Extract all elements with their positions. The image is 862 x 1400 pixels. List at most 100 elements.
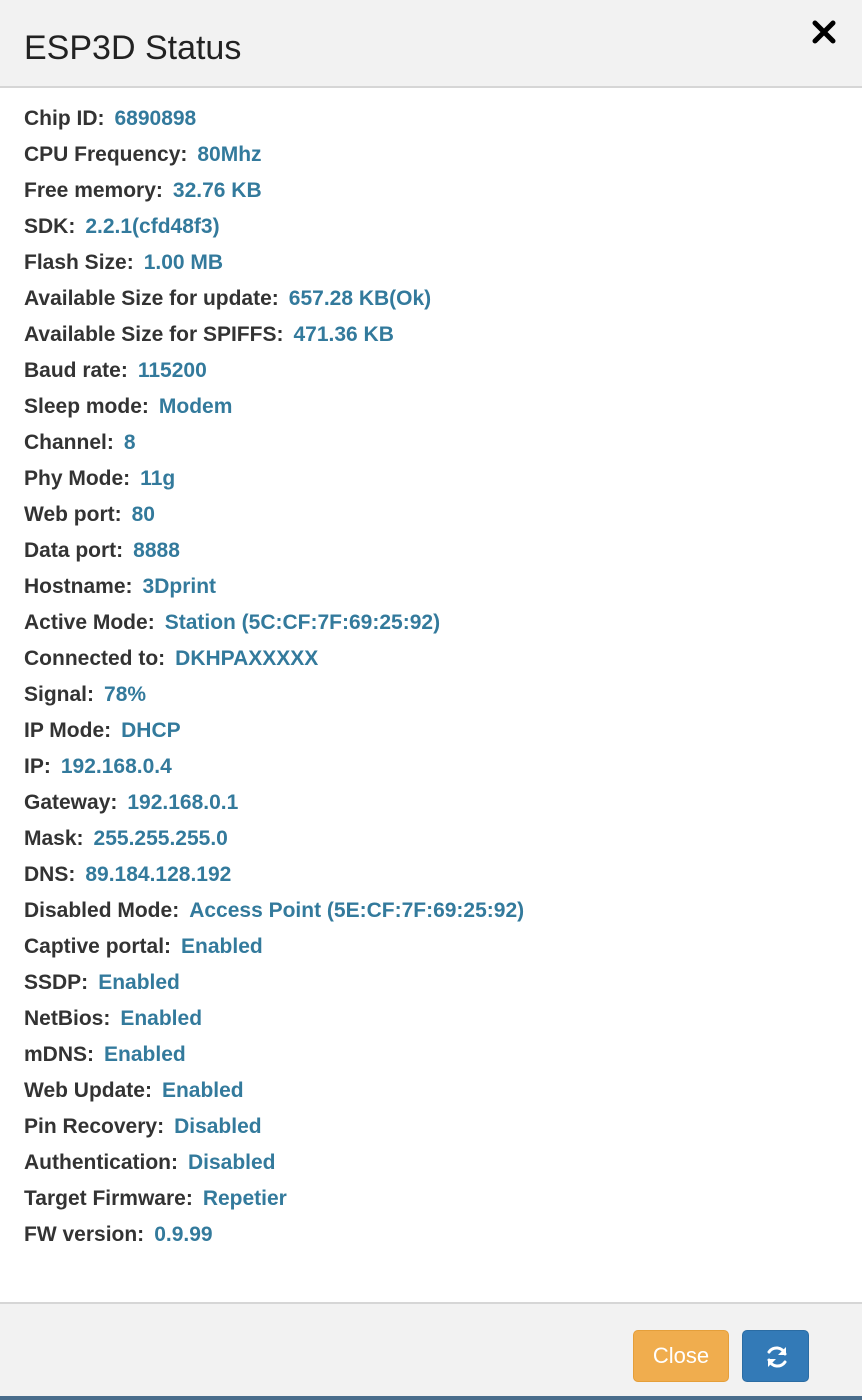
status-row: Captive portal: Enabled <box>24 928 844 964</box>
status-row: Available Size for update: 657.28 KB(Ok) <box>24 280 844 316</box>
status-value: 80Mhz <box>197 143 262 166</box>
status-row: Data port: 8888 <box>24 532 844 568</box>
status-value: 11g <box>140 467 176 490</box>
status-value: Disabled <box>187 1151 276 1174</box>
status-row: Web port: 80 <box>24 496 844 532</box>
status-value: 8888 <box>133 539 180 562</box>
status-value: Repetier <box>202 1187 287 1210</box>
status-label: Available Size for update: <box>24 287 279 310</box>
status-row: Authentication: Disabled <box>24 1144 844 1180</box>
close-x-icon[interactable] <box>808 16 840 48</box>
status-row: CPU Frequency: 80Mhz <box>24 136 844 172</box>
status-label: Hostname: <box>24 575 133 598</box>
status-row: NetBios: Enabled <box>24 1000 844 1036</box>
status-value: Station (5C:CF:7F:69:25:92) <box>164 611 441 634</box>
status-value: 192.168.0.1 <box>127 791 239 814</box>
status-row: SDK: 2.2.1(cfd48f3) <box>24 208 844 244</box>
status-value: 255.255.255.0 <box>93 827 228 850</box>
status-row: Disabled Mode: Access Point (5E:CF:7F:69:… <box>24 892 844 928</box>
status-value: 8 <box>123 431 136 454</box>
status-label: Active Mode: <box>24 611 155 634</box>
status-value: Enabled <box>181 935 263 958</box>
status-row: Target Firmware: Repetier <box>24 1180 844 1216</box>
status-value: 80 <box>131 503 155 526</box>
status-value: 6890898 <box>114 107 197 130</box>
status-label: SSDP: <box>24 971 89 994</box>
status-value: Disabled <box>174 1115 262 1138</box>
status-row: Web Update: Enabled <box>24 1072 844 1108</box>
status-label: Baud rate: <box>24 359 128 382</box>
status-value: 115200 <box>137 359 207 382</box>
status-label: Data port: <box>24 539 124 562</box>
status-label: IP: <box>24 755 51 778</box>
status-value: 2.2.1(cfd48f3) <box>85 215 220 238</box>
status-label: Authentication: <box>24 1151 178 1174</box>
status-row: IP Mode: DHCP <box>24 712 844 748</box>
status-row: Flash Size: 1.00 MB <box>24 244 844 280</box>
status-label: Web Update: <box>24 1079 152 1102</box>
status-row: Hostname: 3Dprint <box>24 568 844 604</box>
status-label: Pin Recovery: <box>24 1115 165 1138</box>
status-label: Target Firmware: <box>24 1187 193 1210</box>
status-label: Available Size for SPIFFS: <box>24 323 284 346</box>
status-label: FW version: <box>24 1223 145 1246</box>
status-label: DNS: <box>24 863 76 886</box>
status-row: Mask: 255.255.255.0 <box>24 820 844 856</box>
status-row: Active Mode: Station (5C:CF:7F:69:25:92) <box>24 604 844 640</box>
status-value: Enabled <box>120 1007 203 1030</box>
status-value: 192.168.0.4 <box>60 755 172 778</box>
status-label: Flash Size: <box>24 251 134 274</box>
status-value: 1.00 MB <box>143 251 224 274</box>
status-label: Chip ID: <box>24 107 105 130</box>
status-row: Available Size for SPIFFS: 471.36 KB <box>24 316 844 352</box>
status-value: Enabled <box>98 971 180 994</box>
status-value: 0.9.99 <box>154 1223 213 1246</box>
status-value: 78% <box>104 683 147 706</box>
status-row: Sleep mode: Modem <box>24 388 844 424</box>
dialog-footer: Close <box>0 1302 862 1396</box>
close-button[interactable]: Close <box>633 1330 729 1382</box>
status-label: SDK: <box>24 215 76 238</box>
status-value: DHCP <box>121 719 181 742</box>
status-value: DKHPAXXXXX <box>175 647 319 670</box>
status-value: Modem <box>158 395 233 418</box>
status-row: mDNS: Enabled <box>24 1036 844 1072</box>
status-row: Gateway: 192.168.0.1 <box>24 784 844 820</box>
status-label: Mask: <box>24 827 84 850</box>
status-label: Connected to: <box>24 647 166 670</box>
status-row: SSDP: Enabled <box>24 964 844 1000</box>
status-label: Sleep mode: <box>24 395 149 418</box>
status-label: mDNS: <box>24 1043 95 1066</box>
status-label: Gateway: <box>24 791 118 814</box>
status-row: Signal: 78% <box>24 676 844 712</box>
status-row: Phy Mode: 11g <box>24 460 844 496</box>
status-row: Baud rate: 115200 <box>24 352 844 388</box>
status-value: 32.76 KB <box>172 179 262 202</box>
status-label: CPU Frequency: <box>24 143 188 166</box>
status-label: Captive portal: <box>24 935 172 958</box>
status-label: Channel: <box>24 431 114 454</box>
status-list: Chip ID: 6890898 CPU Frequency: 80Mhz Free m… <box>24 100 844 1252</box>
refresh-button[interactable] <box>742 1330 809 1382</box>
status-label: NetBios: <box>24 1007 111 1030</box>
status-row: DNS: 89.184.128.192 <box>24 856 844 892</box>
status-row: IP: 192.168.0.4 <box>24 748 844 784</box>
status-value: 89.184.128.192 <box>85 863 232 886</box>
status-row: Chip ID: 6890898 <box>24 100 844 136</box>
status-value: Enabled <box>161 1079 244 1102</box>
dialog-title: ESP3D Status <box>24 29 242 67</box>
status-label: Web port: <box>24 503 122 526</box>
esp3d-status-dialog: ESP3D Status Chip ID: 6890898 CPU Frequenc… <box>0 0 862 1400</box>
status-value: Enabled <box>104 1043 186 1066</box>
refresh-icon <box>767 1346 787 1368</box>
status-label: Phy Mode: <box>24 467 131 490</box>
status-row: Pin Recovery: Disabled <box>24 1108 844 1144</box>
status-value: 657.28 KB(Ok) <box>288 287 432 310</box>
status-value: 471.36 KB <box>293 323 394 346</box>
status-value: 3Dprint <box>142 575 217 598</box>
status-label: IP Mode: <box>24 719 112 742</box>
status-label: Signal: <box>24 683 95 706</box>
dialog-header: ESP3D Status <box>0 0 862 88</box>
status-label: Free memory: <box>24 179 163 202</box>
status-value: Access Point (5E:CF:7F:69:25:92) <box>189 899 525 922</box>
